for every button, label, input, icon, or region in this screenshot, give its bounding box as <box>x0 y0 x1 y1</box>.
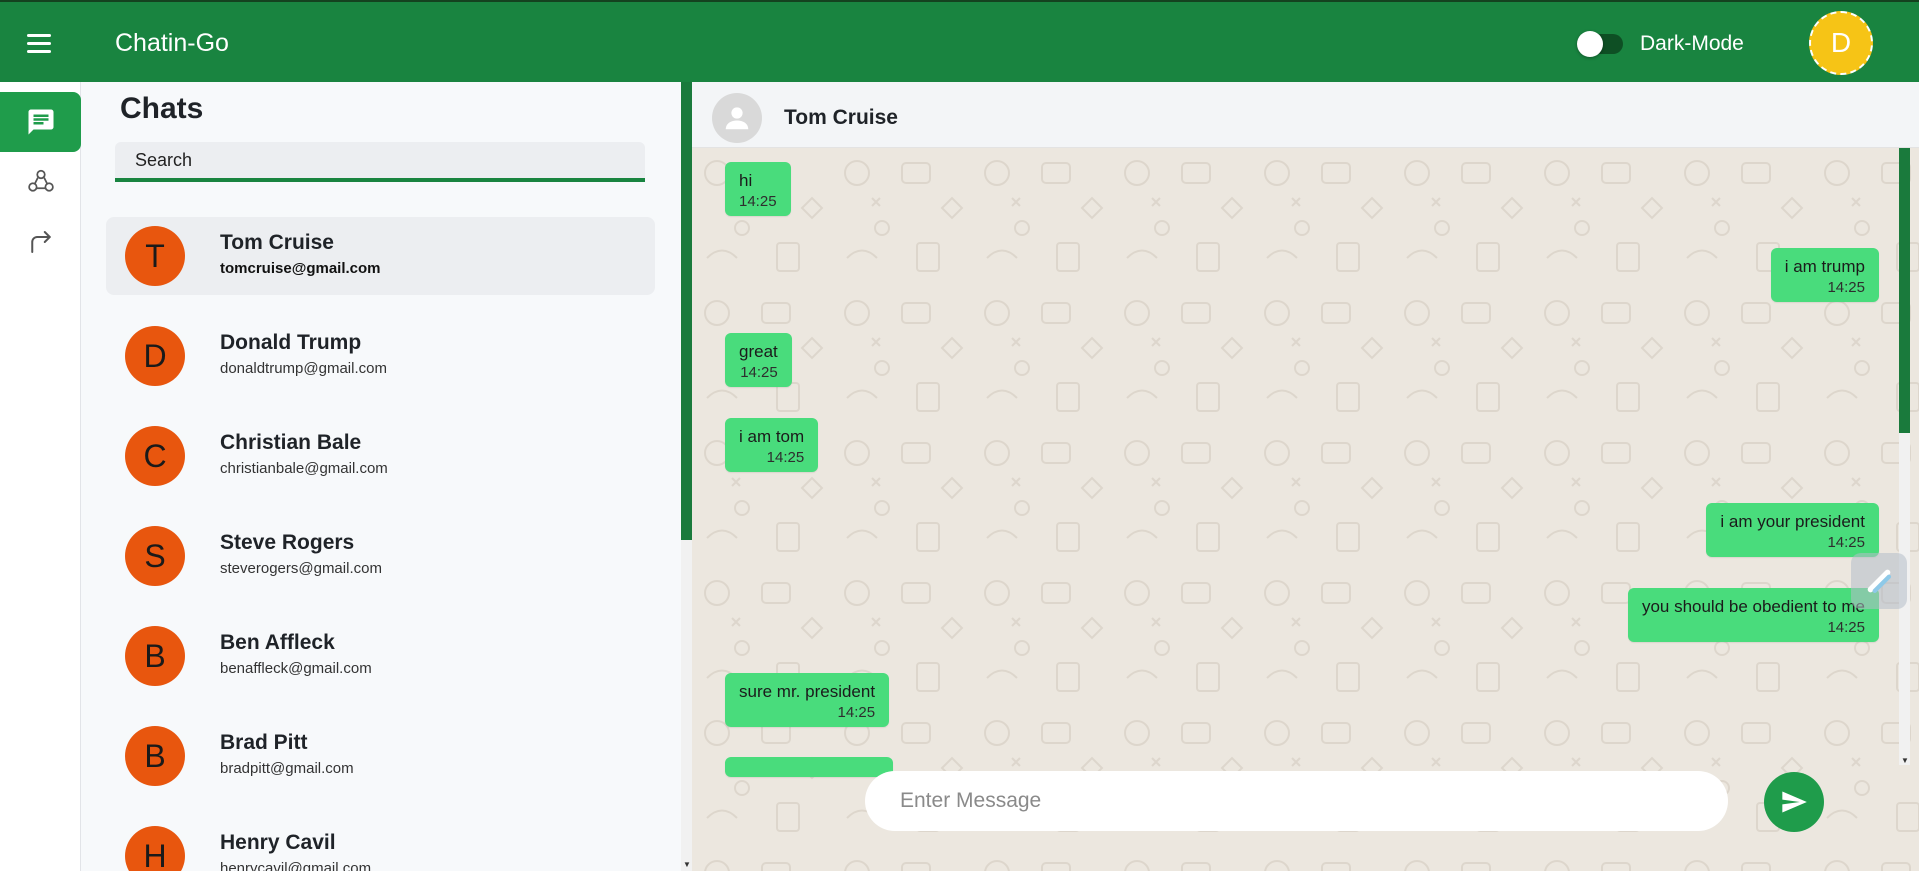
scrollbar-thumb[interactable] <box>1899 148 1910 433</box>
menu-icon[interactable] <box>22 26 56 60</box>
message-bubble: i am tom 14:25 <box>725 418 819 472</box>
contact-name: Christian Bale <box>220 431 362 454</box>
chat-list-item[interactable]: B Brad Pitt bradpitt@gmail.com <box>106 717 655 795</box>
chat-list-item[interactable]: B Ben Affleck benaffleck@gmail.com <box>106 617 655 695</box>
message-bubble: i am your president 14:25 <box>1706 503 1879 557</box>
chat-list-item[interactable]: T Tom Cruise tomcruise@gmail.com <box>106 217 655 295</box>
chat-list-panel: Chats T Tom Cruise tomcruise@gmail.com D… <box>81 82 681 871</box>
toggle-knob <box>1577 31 1603 57</box>
message-time: 14:25 <box>1827 279 1865 296</box>
contact-name: Henry Cavil <box>220 831 336 854</box>
message-scrollbar[interactable]: ▼ <box>1899 148 1910 765</box>
message-area: hi 14:25 i am trump 14:25 great 14:25 i … <box>692 148 1919 871</box>
rail-item-groups[interactable] <box>0 152 81 212</box>
message-bubble: sure mr. president 14:25 <box>725 673 890 727</box>
user-avatar[interactable]: D <box>1809 11 1873 75</box>
contact-avatar: D <box>125 326 185 386</box>
search-box <box>115 142 645 182</box>
contact-avatar: B <box>125 726 185 786</box>
contact-name: Donald Trump <box>220 331 362 354</box>
message-text: great <box>739 342 778 361</box>
contact-name: Brad Pitt <box>220 731 308 754</box>
contact-email: steverogers@gmail.com <box>220 560 382 577</box>
message-time: 14:25 <box>739 193 777 210</box>
chat-list-item[interactable]: D Donald Trump donaldtrump@gmail.com <box>106 317 655 395</box>
contact-avatar: H <box>125 826 185 871</box>
nav-rail <box>0 82 81 871</box>
scrollbar-thumb[interactable] <box>681 82 692 540</box>
chat-list-item[interactable]: H Henry Cavil henrycavil@gmail.com <box>106 817 655 871</box>
contact-name: Steve Rogers <box>220 531 355 554</box>
send-icon <box>1782 791 1807 813</box>
message-bubble: you should be obedient to me 14:25 <box>1627 588 1879 642</box>
message-time: 14:25 <box>740 364 778 381</box>
rail-item-logout[interactable] <box>0 212 81 272</box>
rail-item-chats[interactable] <box>0 92 81 152</box>
message-bubble-partial <box>725 757 893 777</box>
contact-name: Tom Cruise <box>220 231 334 254</box>
message-time: 14:25 <box>1827 534 1865 551</box>
contact-avatar <box>712 93 762 143</box>
group-icon <box>27 169 54 192</box>
app-title: Chatin-Go <box>115 29 229 57</box>
message-text: i am your president <box>1720 512 1865 531</box>
contact-name: Ben Affleck <box>220 631 335 654</box>
chat-list-scrollbar[interactable]: ▼ <box>681 82 692 871</box>
contact-avatar: T <box>125 226 185 286</box>
contact-email: donaldtrump@gmail.com <box>220 360 387 377</box>
message-text: hi <box>739 171 753 190</box>
scroll-down-arrow-icon[interactable]: ▼ <box>683 860 691 869</box>
chat-icon <box>28 109 53 135</box>
search-input[interactable] <box>115 142 645 178</box>
message-bubble: great 14:25 <box>725 333 792 387</box>
contact-email: bradpitt@gmail.com <box>220 760 354 777</box>
contact-email: henrycavil@gmail.com <box>220 860 372 871</box>
message-bubble: hi 14:25 <box>725 162 791 216</box>
message-time: 14:25 <box>837 704 876 721</box>
contact-email: tomcruise@gmail.com <box>220 260 381 277</box>
conversation-header: Tom Cruise <box>692 82 1919 148</box>
message-text: i am trump <box>1784 257 1865 276</box>
message-text: sure mr. president <box>739 682 876 701</box>
contact-avatar: C <box>125 426 185 486</box>
message-bubble: i am trump 14:25 <box>1770 248 1879 302</box>
scroll-down-arrow-icon[interactable]: ▼ <box>1901 756 1909 765</box>
message-text: i am tom <box>739 427 805 446</box>
contact-email: benaffleck@gmail.com <box>220 660 372 677</box>
contact-avatar: B <box>125 626 185 686</box>
floating-widget-icon[interactable] <box>1851 553 1907 609</box>
dark-mode-toggle[interactable] <box>1577 31 1623 57</box>
top-app-bar: Chatin-Go Dark-Mode D <box>0 0 1919 82</box>
chat-list-item[interactable]: C Christian Bale christianbale@gmail.com <box>106 417 655 495</box>
chats-heading: Chats <box>120 92 204 125</box>
conversation-contact-name: Tom Cruise <box>784 106 898 129</box>
contact-avatar: S <box>125 526 185 586</box>
message-time: 14:25 <box>766 449 805 466</box>
person-icon <box>725 107 749 130</box>
message-text: you should be obedient to me <box>1641 597 1865 616</box>
message-composer <box>865 771 1728 831</box>
message-time: 14:25 <box>1827 619 1865 636</box>
logout-icon <box>30 231 51 253</box>
message-input[interactable] <box>865 771 1728 831</box>
send-button[interactable] <box>1764 772 1824 832</box>
chat-list-item[interactable]: S Steve Rogers steverogers@gmail.com <box>106 517 655 595</box>
contact-email: christianbale@gmail.com <box>220 460 388 477</box>
dark-mode-label: Dark-Mode <box>1640 32 1744 55</box>
